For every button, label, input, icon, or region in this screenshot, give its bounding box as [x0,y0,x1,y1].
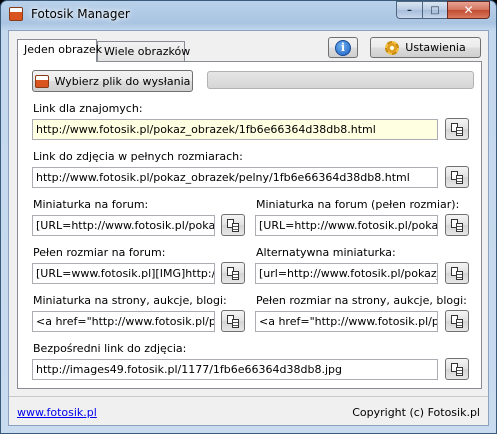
choose-file-label: Wybierz plik do wysłania [54,74,191,88]
friends-link-label: Link dla znajomych: [33,102,143,115]
copy-web-full-button[interactable] [445,310,469,332]
tab-multiple-images[interactable]: Wiele obrazków [97,41,190,61]
copy-friends-link-button[interactable] [445,118,469,140]
choose-file-button[interactable]: Wybierz plik do wysłania [32,70,193,92]
copy-icon [451,123,464,136]
copy-icon [227,267,240,280]
copy-forum-thumb-button[interactable] [221,214,245,236]
settings-label: Ustawienia [405,41,466,54]
forum-thumb-full-label: Miniaturka na forum (pełen rozmiar): [256,198,460,211]
upload-progress-bar [207,71,474,89]
full-size-link-field[interactable]: http://www.fotosik.pl/pokaz_obrazek/peln… [32,167,438,188]
window-title: Fotosik Manager [31,7,130,21]
web-thumb-field[interactable]: <a href="http://www.fotosik.pl/pokaz_obr… [32,311,215,332]
copy-icon [451,171,464,184]
close-button[interactable]: ✕ [447,1,490,19]
forum-thumb-field[interactable]: [URL=http://www.fotosik.pl/pokaz_obrazek… [32,215,215,236]
copy-full-size-link-button[interactable] [445,166,469,188]
title-bar[interactable]: Fotosik Manager – □ ✕ [1,1,496,29]
fotosik-site-link[interactable]: www.fotosik.pl [17,406,97,419]
alt-thumb-field[interactable]: [url=http://www.fotosik.pl/pokaz_obrazek… [255,263,438,284]
copy-icon [451,315,464,328]
forum-full-field[interactable]: [URL=www.fotosik.pl][IMG]http://images49… [32,263,215,284]
client-area: Jeden obrazek Wiele obrazków i Ustawieni… [8,30,489,426]
settings-button[interactable]: Ustawienia [370,37,481,58]
copy-icon [227,315,240,328]
minimize-button[interactable]: – [396,1,422,19]
web-full-field[interactable]: <a href="http://www.fotosik.pl/pokaz_obr… [255,311,438,332]
upload-icon [34,74,49,88]
forum-full-label: Pełen rozmiar na forum: [33,246,166,259]
copyright-text: Copyright (c) Fotosik.pl [352,406,480,419]
copy-icon [227,219,240,232]
friends-link-field[interactable]: http://www.fotosik.pl/pokaz_obrazek/1fb6… [32,119,438,140]
web-full-label: Pełen rozmiar na strony, aukcje, blogi: [256,294,467,307]
web-thumb-label: Miniaturka na strony, aukcje, blogi: [33,294,227,307]
direct-link-label: Bezpośredni link do zdjęcia: [33,342,187,355]
copy-web-thumb-button[interactable] [221,310,245,332]
full-size-link-label: Link do zdjęcia w pełnych rozmiarach: [33,150,243,163]
copy-icon [451,219,464,232]
single-image-panel: Wybierz plik do wysłania Link dla znajom… [17,61,482,389]
gear-icon [385,40,400,55]
copy-forum-full-button[interactable] [221,262,245,284]
maximize-button[interactable]: □ [422,1,447,19]
tab-single-image[interactable]: Jeden obrazek [17,39,102,62]
alt-thumb-label: Alternatywna miniaturka: [256,246,396,259]
app-icon[interactable] [9,7,23,21]
copy-alt-thumb-button[interactable] [445,262,469,284]
app-window: Fotosik Manager – □ ✕ Jeden obrazek Wiel… [0,0,497,434]
info-icon: i [335,39,351,56]
forum-thumb-full-field[interactable]: [URL=http://www.fotosik.pl/pokaz_obrazek… [255,215,438,236]
copy-icon [451,267,464,280]
copy-forum-thumb-full-button[interactable] [445,214,469,236]
caption-buttons: – □ ✕ [396,1,490,20]
copy-icon [451,363,464,376]
info-button[interactable]: i [328,37,358,58]
direct-link-field[interactable]: http://images49.fotosik.pl/1177/1fb6e663… [32,359,438,380]
footer-divider [9,396,488,397]
copy-direct-link-button[interactable] [445,358,469,380]
forum-thumb-label: Miniaturka na forum: [33,198,149,211]
